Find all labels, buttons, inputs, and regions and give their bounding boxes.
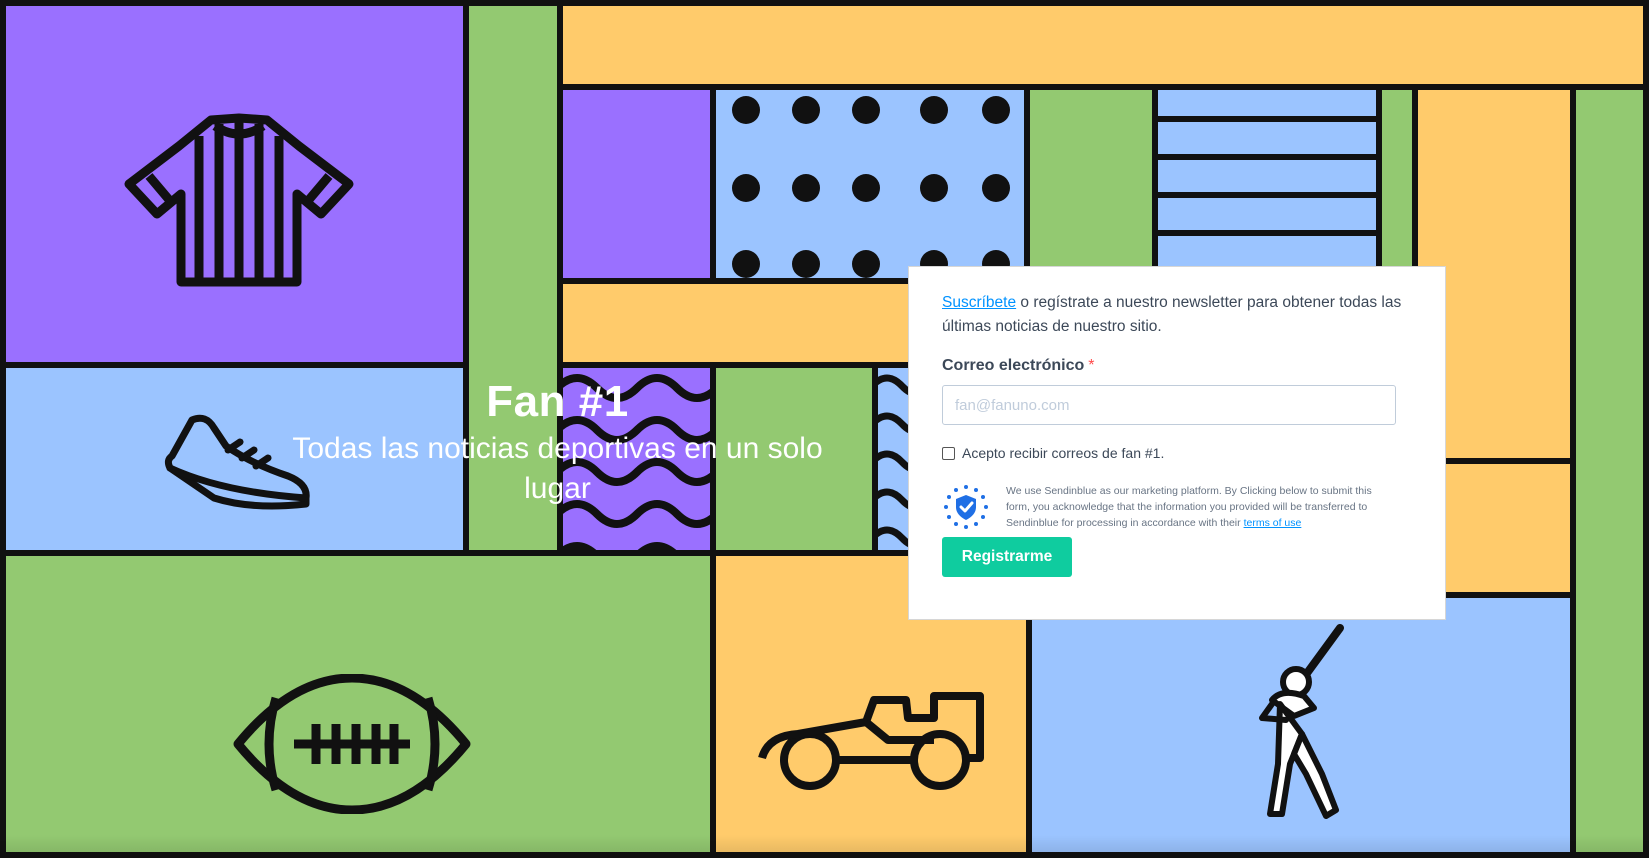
bottom-shadow	[0, 835, 1649, 858]
hero-subtitle: Todas las noticias deportivas en un solo…	[292, 432, 823, 505]
gdpr-shield-icon	[944, 485, 988, 529]
tile-dots	[710, 84, 1030, 284]
referee-shirt-icon	[124, 113, 354, 287]
email-label: Correo electrónico *	[942, 357, 1411, 375]
tile-football	[0, 550, 716, 858]
tile-baseball	[1026, 592, 1576, 858]
newsletter-form: Suscríbete o regístrate a nuestro newsle…	[908, 266, 1446, 620]
tile-yellow-top	[557, 0, 1649, 90]
race-car-icon	[758, 692, 984, 790]
hero: Fan #1 Todas las noticias deportivas en …	[270, 375, 845, 509]
tile-yellow-mid	[557, 278, 917, 368]
email-label-text: Correo electrónico	[942, 357, 1085, 374]
form-intro: Suscríbete o regístrate a nuestro newsle…	[942, 291, 1411, 339]
tile-green-mid	[1024, 84, 1158, 284]
email-input[interactable]	[942, 385, 1396, 425]
tile-shirt	[0, 0, 469, 368]
gdpr-notice: We use Sendinblue as our marketing platf…	[942, 483, 1411, 531]
hero-title: Fan #1	[486, 377, 629, 426]
tile-stripes	[1152, 84, 1382, 284]
football-icon	[233, 674, 471, 814]
opt-in-checkbox[interactable]	[942, 446, 955, 460]
opt-in-row[interactable]: Acepto recibir correos de fan #1.	[942, 445, 1411, 461]
register-button[interactable]: Registrarme	[942, 537, 1072, 577]
tile-green-far-right	[1570, 84, 1649, 858]
baseball-batter-icon	[1259, 624, 1344, 819]
required-mark: *	[1088, 357, 1095, 374]
opt-in-label: Acepto recibir correos de fan #1.	[962, 445, 1165, 461]
gdpr-text: We use Sendinblue as our marketing platf…	[1006, 483, 1391, 531]
gdpr-body: We use Sendinblue as our marketing platf…	[1006, 485, 1372, 529]
terms-of-use-link[interactable]: terms of use	[1244, 517, 1302, 529]
tile-purple-small	[557, 84, 716, 284]
subscribe-link[interactable]: Suscríbete	[942, 294, 1016, 311]
